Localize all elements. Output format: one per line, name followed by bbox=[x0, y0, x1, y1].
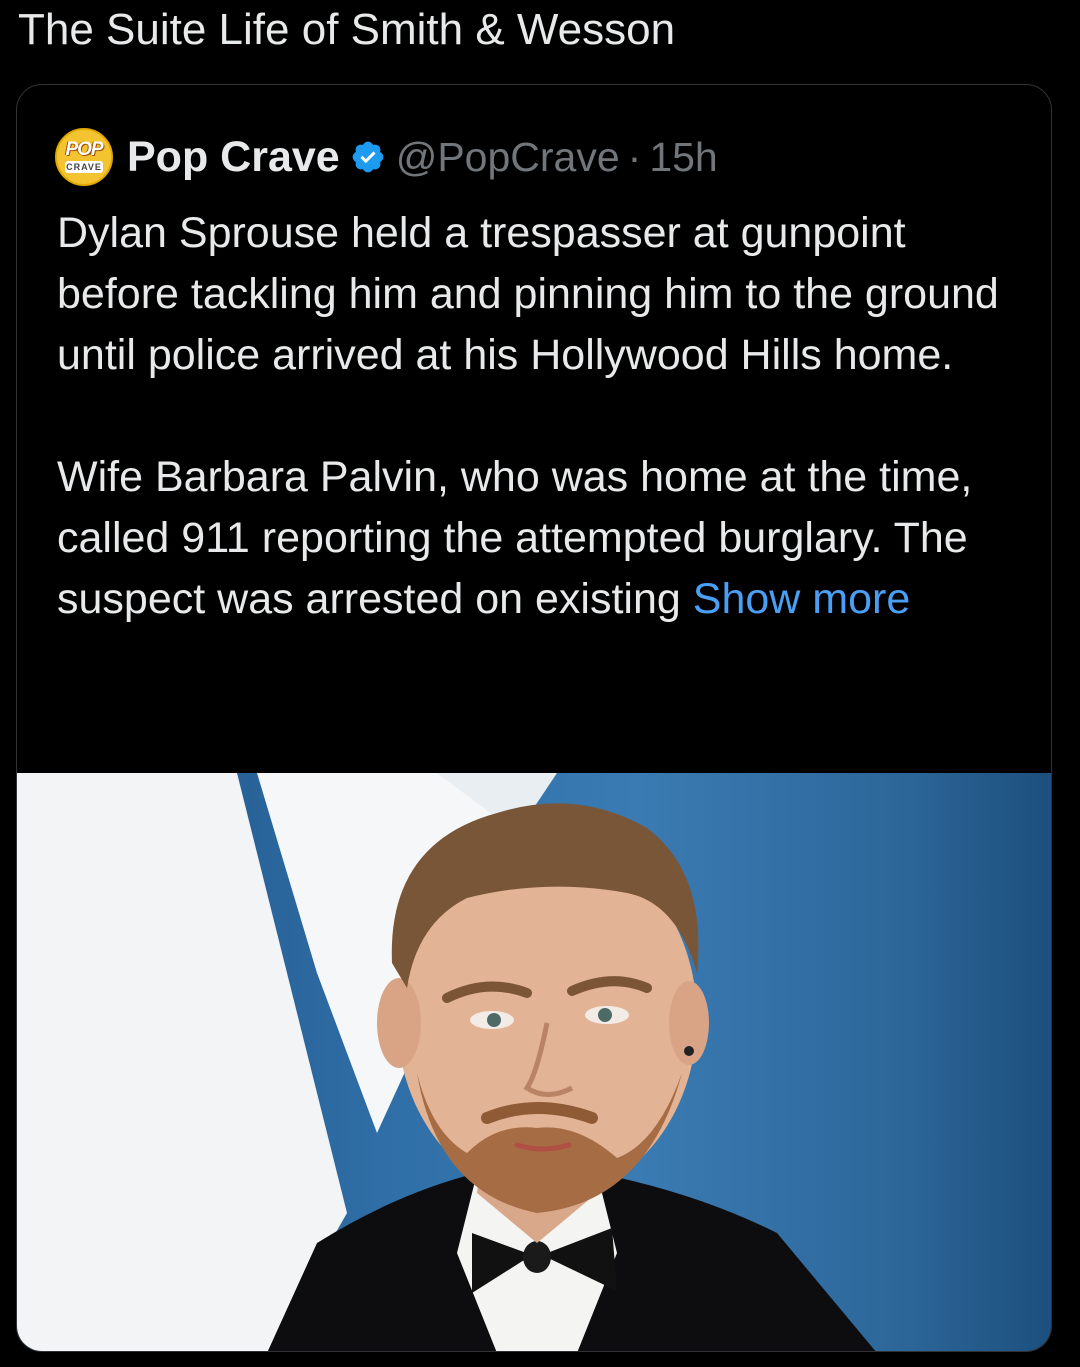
avatar-logo-bottom: CRAVE bbox=[65, 161, 103, 173]
avatar-logo-top: POP bbox=[65, 139, 103, 160]
quoted-tweet-card[interactable]: POP CRAVE Pop Crave @PopCrave · 15h Dyla… bbox=[16, 84, 1052, 1352]
verified-badge-icon bbox=[352, 141, 384, 173]
tweet-timestamp[interactable]: 15h bbox=[649, 134, 717, 181]
avatar[interactable]: POP CRAVE bbox=[55, 128, 113, 186]
author-handle[interactable]: @PopCrave bbox=[396, 134, 620, 181]
separator-dot: · bbox=[627, 133, 642, 180]
post-caption: The Suite Life of Smith & Wesson bbox=[18, 5, 676, 54]
tweet-header: POP CRAVE Pop Crave @PopCrave · 15h bbox=[55, 128, 718, 186]
tweet-text: Dylan Sprouse held a trespasser at gunpo… bbox=[57, 203, 1037, 630]
portrait-photo bbox=[17, 773, 876, 1351]
tweet-paragraph: Dylan Sprouse held a trespasser at gunpo… bbox=[57, 209, 999, 379]
author-name[interactable]: Pop Crave bbox=[127, 133, 340, 182]
tweet-paragraph: Wife Barbara Palvin, who was home at the… bbox=[57, 447, 1037, 630]
show-more-link[interactable]: Show more bbox=[693, 575, 910, 623]
tweet-photo[interactable] bbox=[17, 773, 1051, 1351]
